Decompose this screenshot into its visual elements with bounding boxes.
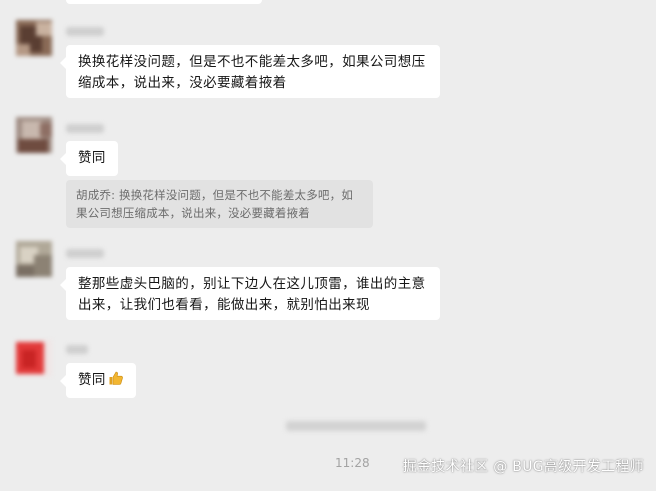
sender-name xyxy=(66,249,104,258)
message-bubble[interactable]: 整那些虚头巴脑的，别让下边人在这儿顶雷，谁出的主意出来，让我们也看看，能做出来，… xyxy=(60,267,440,320)
avatar[interactable] xyxy=(16,20,52,56)
watermark: 掘金技术社区 @ BUG高级开发工程师 xyxy=(402,459,644,475)
sender-name xyxy=(66,27,104,36)
previous-message-bubble[interactable] xyxy=(66,0,262,4)
message-bubble[interactable]: 赞同 xyxy=(60,363,136,398)
message-text: 赞同 xyxy=(78,372,106,388)
thumbs-up-icon xyxy=(108,370,124,393)
message-bubble[interactable]: 赞同 xyxy=(60,141,118,176)
timestamp: 11:28 xyxy=(335,456,370,470)
sender-name xyxy=(66,124,104,133)
system-notice xyxy=(286,421,426,431)
message-text: 赞同 xyxy=(78,150,106,166)
quoted-message[interactable]: 胡成乔: 换换花样没问题，但是不也不能差太多吧，如果公司想压缩成本，说出来，没必… xyxy=(66,180,373,228)
message-text: 换换花样没问题，但是不也不能差太多吧，如果公司想压缩成本，说出来，没必要藏着掖着 xyxy=(78,54,426,91)
avatar[interactable] xyxy=(16,241,52,277)
sender-name xyxy=(66,345,88,354)
message-bubble[interactable]: 换换花样没问题，但是不也不能差太多吧，如果公司想压缩成本，说出来，没必要藏着掖着 xyxy=(60,45,440,98)
avatar[interactable] xyxy=(16,340,52,376)
avatar[interactable] xyxy=(16,117,52,153)
quoted-message-text: 胡成乔: 换换花样没问题，但是不也不能差太多吧，如果公司想压缩成本，说出来，没必… xyxy=(76,188,354,220)
message-text: 整那些虚头巴脑的，别让下边人在这儿顶雷，谁出的主意出来，让我们也看看，能做出来，… xyxy=(78,276,426,313)
